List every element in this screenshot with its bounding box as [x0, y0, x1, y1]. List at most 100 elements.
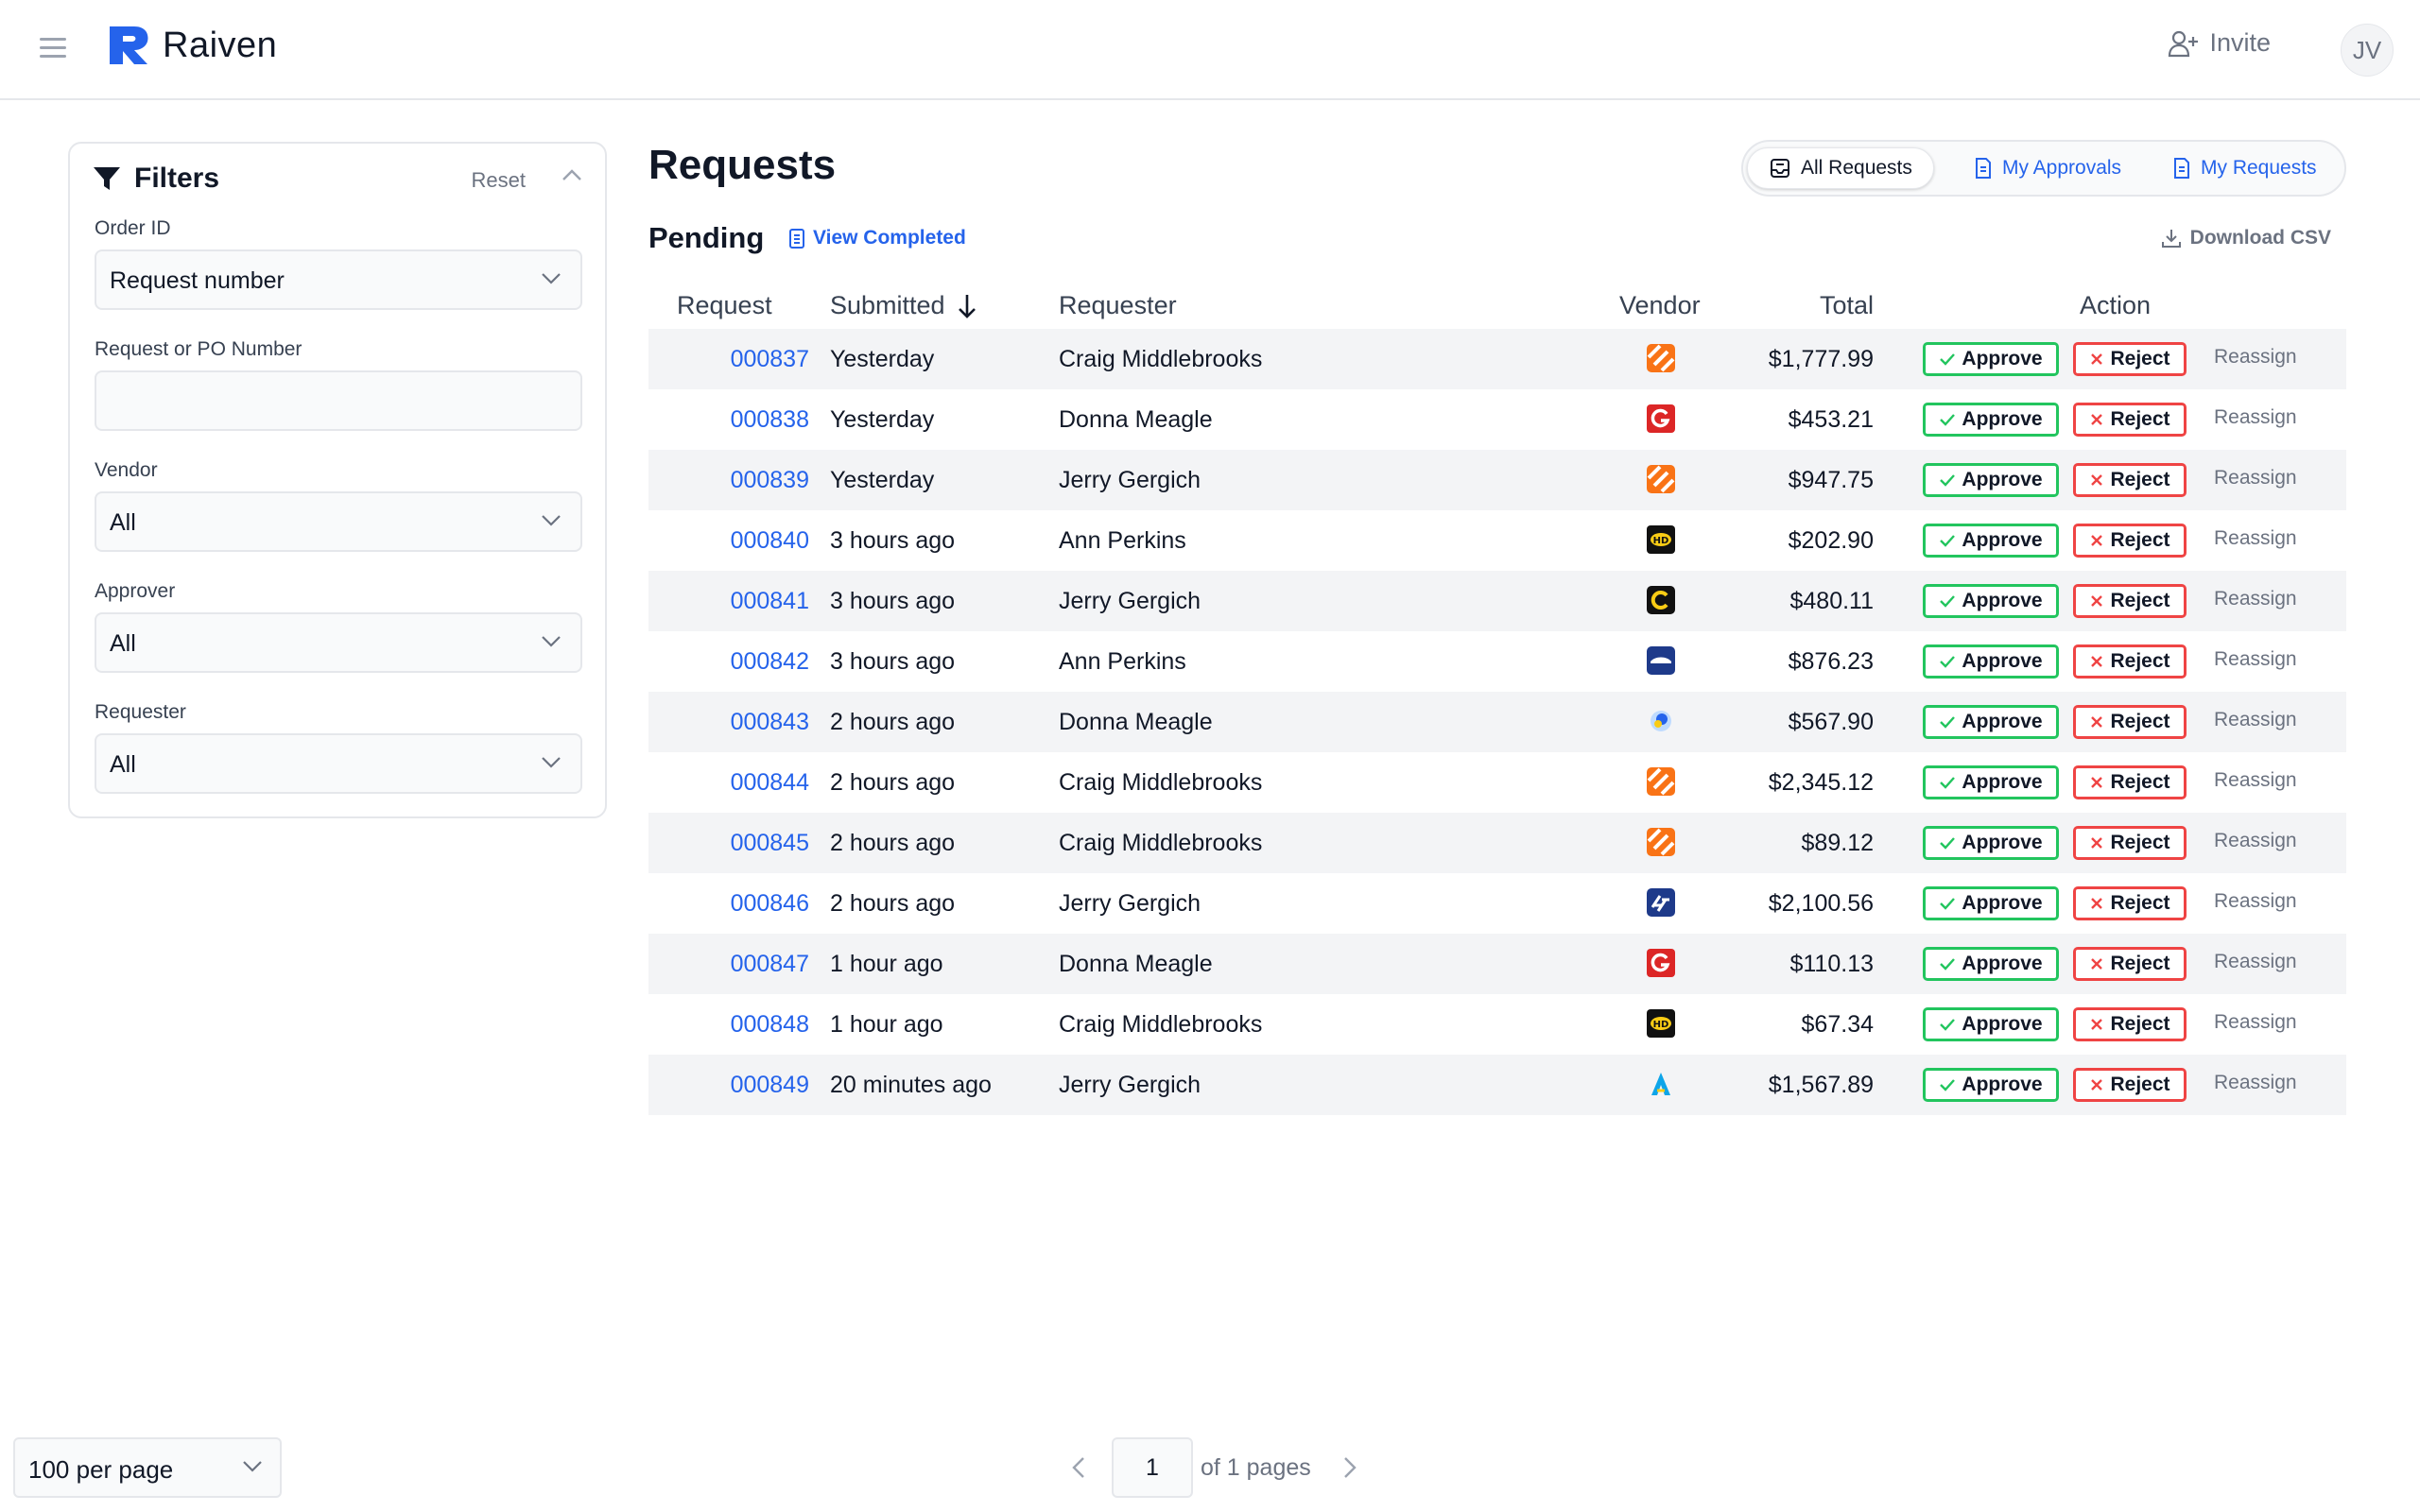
previous-page-button[interactable]: [1064, 1456, 1093, 1479]
reassign-button[interactable]: Reassign: [2214, 951, 2297, 973]
request-id-link[interactable]: 000837: [731, 346, 809, 373]
approve-button[interactable]: Approve: [1923, 403, 2059, 437]
approve-label: Approve: [1962, 1074, 2043, 1095]
user-avatar[interactable]: JV: [2341, 24, 2394, 77]
reject-button[interactable]: Reject: [2073, 947, 2187, 981]
requester-cell: Jerry Gergich: [1059, 588, 1201, 614]
reject-button[interactable]: Reject: [2073, 584, 2187, 618]
reject-button[interactable]: Reject: [2073, 463, 2187, 497]
black-c-logo-icon: [1647, 586, 1677, 616]
page-number-input[interactable]: 1: [1112, 1437, 1193, 1498]
requester-cell: Donna Meagle: [1059, 951, 1213, 977]
svg-text:HD: HD: [1653, 1020, 1669, 1030]
column-header-request[interactable]: Request: [677, 291, 772, 320]
check-icon: [1940, 716, 1956, 729]
request-id-link[interactable]: 000841: [731, 588, 809, 615]
approve-button[interactable]: Approve: [1923, 886, 2059, 920]
approve-button[interactable]: Approve: [1923, 826, 2059, 860]
vendor-filter-select[interactable]: All: [95, 491, 582, 552]
black-hd-logo-icon: HD: [1647, 1009, 1677, 1040]
reject-button[interactable]: Reject: [2073, 524, 2187, 558]
reject-button[interactable]: Reject: [2073, 1007, 2187, 1041]
approve-button[interactable]: Approve: [1923, 1007, 2059, 1041]
requester-cell: Ann Perkins: [1059, 648, 1186, 675]
menu-icon[interactable]: [40, 38, 66, 60]
reassign-button[interactable]: Reassign: [2214, 346, 2297, 369]
approve-button[interactable]: Approve: [1923, 705, 2059, 739]
approve-button[interactable]: Approve: [1923, 463, 2059, 497]
reassign-button[interactable]: Reassign: [2214, 467, 2297, 490]
table-row: 000849 20 minutes ago Jerry Gergich $1,567.…: [648, 1055, 2346, 1115]
close-icon: [2091, 1079, 2103, 1091]
approver-filter-select[interactable]: All: [95, 612, 582, 673]
request-po-input[interactable]: [95, 370, 582, 431]
approve-label: Approve: [1962, 711, 2043, 732]
request-id-link[interactable]: 000839: [731, 467, 809, 494]
reassign-button[interactable]: Reassign: [2214, 769, 2297, 792]
request-id-link[interactable]: 000845: [731, 830, 809, 857]
reassign-button[interactable]: Reassign: [2214, 648, 2297, 671]
approve-button[interactable]: Approve: [1923, 644, 2059, 679]
request-id-link[interactable]: 000838: [731, 406, 809, 434]
approve-button[interactable]: Approve: [1923, 524, 2059, 558]
tab-all-requests[interactable]: All Requests: [1747, 147, 1934, 189]
download-csv-button[interactable]: Download CSV: [2160, 227, 2331, 249]
next-page-button[interactable]: [1336, 1456, 1364, 1479]
approve-button[interactable]: Approve: [1923, 947, 2059, 981]
reassign-button[interactable]: Reassign: [2214, 406, 2297, 429]
total-cell: $1,777.99: [1768, 346, 1874, 372]
svg-text:HD: HD: [1653, 536, 1669, 546]
tab-my-requests[interactable]: My Requests: [2152, 147, 2338, 189]
reassign-button[interactable]: Reassign: [2214, 890, 2297, 913]
approve-button[interactable]: Approve: [1923, 765, 2059, 799]
download-icon: [2161, 230, 2181, 248]
invite-button[interactable]: Invite: [2168, 28, 2271, 58]
request-id-link[interactable]: 000844: [731, 769, 809, 797]
column-header-submitted[interactable]: Submitted: [830, 291, 977, 320]
column-header-vendor[interactable]: Vendor: [1619, 291, 1701, 320]
table-row: 000848 1 hour ago Craig Middlebrooks HD $67.…: [648, 994, 2346, 1055]
request-id-link[interactable]: 000840: [731, 527, 809, 555]
reassign-button[interactable]: Reassign: [2214, 527, 2297, 550]
check-icon: [1940, 414, 1956, 426]
close-icon: [2091, 535, 2103, 546]
column-header-requester[interactable]: Requester: [1059, 291, 1177, 320]
reassign-button[interactable]: Reassign: [2214, 830, 2297, 852]
approve-button[interactable]: Approve: [1923, 584, 2059, 618]
approve-button[interactable]: Approve: [1923, 342, 2059, 376]
reassign-button[interactable]: Reassign: [2214, 709, 2297, 731]
request-id-link[interactable]: 000846: [731, 890, 809, 918]
reject-button[interactable]: Reject: [2073, 403, 2187, 437]
reject-button[interactable]: Reject: [2073, 826, 2187, 860]
tab-my-approvals[interactable]: My Approvals: [1953, 147, 2142, 189]
view-completed-link[interactable]: View Completed: [788, 227, 966, 249]
request-id-link[interactable]: 000843: [731, 709, 809, 736]
app-logo[interactable]: Raiven: [106, 25, 277, 66]
section-title: Pending: [648, 221, 765, 254]
request-id-link[interactable]: 000849: [731, 1072, 809, 1099]
reassign-button[interactable]: Reassign: [2214, 588, 2297, 610]
requester-filter-select[interactable]: All: [95, 733, 582, 794]
reject-button[interactable]: Reject: [2073, 765, 2187, 799]
reject-button[interactable]: Reject: [2073, 342, 2187, 376]
reject-button[interactable]: Reject: [2073, 705, 2187, 739]
column-header-total[interactable]: Total: [1820, 291, 1874, 320]
order-id-select[interactable]: Request number: [95, 249, 582, 310]
collapse-filters-button[interactable]: [562, 168, 582, 186]
app-name: Raiven: [163, 25, 278, 65]
reassign-button[interactable]: Reassign: [2214, 1011, 2297, 1034]
request-id-link[interactable]: 000842: [731, 648, 809, 676]
request-id-link[interactable]: 000847: [731, 951, 809, 978]
reject-label: Reject: [2110, 469, 2170, 490]
approve-button[interactable]: Approve: [1923, 1068, 2059, 1102]
reject-button[interactable]: Reject: [2073, 1068, 2187, 1102]
request-id-link[interactable]: 000848: [731, 1011, 809, 1039]
chevron-up-icon: [562, 169, 581, 180]
reset-filters-button[interactable]: Reset: [472, 168, 526, 193]
reassign-button[interactable]: Reassign: [2214, 1072, 2297, 1094]
per-page-select[interactable]: 100 per page: [13, 1437, 282, 1498]
reject-button[interactable]: Reject: [2073, 886, 2187, 920]
requester-filter-label: Requester: [95, 701, 186, 723]
reject-button[interactable]: Reject: [2073, 644, 2187, 679]
raiven-logo-icon: [110, 26, 148, 64]
